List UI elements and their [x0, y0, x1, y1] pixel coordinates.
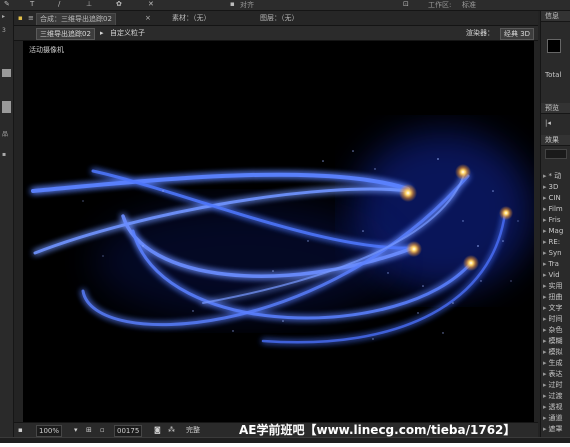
effect-category[interactable]: ▸ 扭曲: [541, 292, 570, 303]
effects-panel-header[interactable]: 效果: [541, 135, 570, 146]
star-flare: [399, 184, 417, 202]
effects-list: ▸ * 动 ▸ 3D ▸ CIN ▸ Film ▸ Fris ▸ Mag ▸ RE: ▸ Syn…: [541, 171, 570, 435]
workspace-label: 工作区:: [428, 1, 452, 9]
effect-category[interactable]: ▸ CIN: [541, 193, 570, 204]
renderer-select[interactable]: 经典 3D: [500, 28, 535, 40]
snapshot-icon[interactable]: ◙: [154, 425, 161, 435]
panel-menu-icon[interactable]: ≡: [28, 13, 34, 24]
first-frame-icon[interactable]: |◂: [545, 119, 551, 127]
effect-category[interactable]: ▸ 3D: [541, 182, 570, 193]
snap-icon[interactable]: ▪: [230, 1, 235, 8]
effect-category[interactable]: ▸ 文字: [541, 303, 570, 314]
glow-haze: [93, 201, 393, 321]
effect-category[interactable]: ▸ 模拟: [541, 347, 570, 358]
color-swatch: [547, 39, 561, 53]
scroll-thumb[interactable]: [2, 101, 11, 113]
effect-category[interactable]: ▸ * 动: [541, 171, 570, 182]
project-panel: ▸ 3 品 ▪: [0, 11, 14, 437]
effect-category[interactable]: ▸ 过时: [541, 380, 570, 391]
effect-category[interactable]: ▸ 实用: [541, 281, 570, 292]
brush-tool-icon[interactable]: /: [58, 1, 60, 8]
right-panel-column: 信息 Total 预览 |◂ 效果 ▸ * 动 ▸ 3D ▸ CIN ▸ Film ▸ F…: [540, 11, 570, 437]
grid-icon[interactable]: ⊞: [86, 425, 92, 435]
breadcrumb-arrow-icon: ▸: [100, 29, 104, 37]
effect-category[interactable]: ▸ 过渡: [541, 391, 570, 402]
info-panel-header[interactable]: 信息: [541, 11, 570, 22]
quality-select[interactable]: 完整: [186, 425, 200, 435]
preview-panel-header[interactable]: 预览: [541, 103, 570, 114]
toolbar: ✎ T / ⊥ ✿ ✕ ▪ 对齐 ⊡ 工作区: 标准: [0, 0, 570, 11]
align-label[interactable]: 对齐: [240, 1, 254, 9]
particle-render: [31, 131, 533, 344]
stamp-tool-icon[interactable]: ⊥: [86, 1, 92, 8]
close-tab-icon[interactable]: ×: [145, 13, 151, 24]
effect-category[interactable]: ▸ Mag: [541, 226, 570, 237]
chevron-down-icon[interactable]: ▾: [74, 425, 78, 435]
star-flare: [455, 164, 471, 180]
watermark-text: AE学前班吧【www.linecg.com/tieba/1762】: [239, 423, 516, 437]
effect-category[interactable]: ▸ Vid: [541, 270, 570, 281]
panel-tab-icon[interactable]: ▪: [2, 151, 11, 158]
composition-viewer[interactable]: 活动摄像机: [23, 41, 534, 422]
effect-category[interactable]: ▸ 模糊: [541, 336, 570, 347]
effect-category[interactable]: ▸ Film: [541, 204, 570, 215]
renderer-label: 渲染器：: [466, 29, 494, 37]
star-flare: [406, 241, 422, 257]
panel-tab-icon[interactable]: 3: [2, 27, 11, 34]
viewer-controls: ▪ 100% ▾ ⊞ ▫ 00175 ◙ ⁂ 完整 AE学前班吧【www.lin…: [14, 422, 538, 437]
workspace-icon[interactable]: ⊡: [403, 1, 409, 8]
viewer-tab-row: ▪ ≡ 合成：三维导出追踪02 × 素材：（无） 图层：（无）: [14, 11, 538, 26]
effect-category[interactable]: ▸ 遮罩: [541, 424, 570, 435]
timecode-field[interactable]: 00175: [114, 425, 143, 437]
zoom-select[interactable]: 100%: [36, 425, 63, 437]
mask-icon[interactable]: ▫: [100, 425, 105, 435]
effect-category[interactable]: ▸ 通道: [541, 413, 570, 424]
star-flare: [499, 206, 513, 220]
pen-tool-icon[interactable]: ✎: [4, 1, 10, 8]
color-channel-icon[interactable]: ⁂: [168, 425, 175, 435]
composition-nav-row: 三维导出追踪02 ▸ 自定义粒子 渲染器： 经典 3D: [14, 26, 538, 41]
star-flare: [463, 255, 479, 271]
text-tool-icon[interactable]: T: [30, 1, 34, 8]
timeline-tab-strip: [0, 437, 570, 443]
panel-grip-icon[interactable]: ▸: [2, 13, 11, 20]
active-camera-label: 活动摄像机: [29, 46, 64, 54]
always-preview-icon[interactable]: ▪: [18, 425, 23, 435]
effect-category[interactable]: ▸ 杂色: [541, 325, 570, 336]
tab-footage[interactable]: 素材：（无）: [172, 13, 211, 24]
particle-breadcrumb[interactable]: 自定义粒子: [110, 28, 145, 38]
effect-category[interactable]: ▸ 时间: [541, 314, 570, 325]
puppet-tool-icon[interactable]: ✕: [148, 1, 154, 8]
workspace-select[interactable]: 标准: [462, 1, 476, 9]
flowchart-icon[interactable]: 品: [2, 131, 11, 138]
effect-category[interactable]: ▸ Syn: [541, 248, 570, 259]
tab-layer[interactable]: 图层：（无）: [260, 13, 299, 24]
effect-category[interactable]: ▸ 透视: [541, 402, 570, 413]
scroll-thumb[interactable]: [2, 69, 11, 77]
roto-tool-icon[interactable]: ✿: [116, 1, 122, 8]
effect-category[interactable]: ▸ RE:: [541, 237, 570, 248]
lock-icon[interactable]: ▪: [18, 13, 23, 24]
tab-composition[interactable]: 合成：三维导出追踪02: [36, 13, 116, 25]
effect-category[interactable]: ▸ 生成: [541, 358, 570, 369]
effect-category[interactable]: ▸ 表达: [541, 369, 570, 380]
comp-breadcrumb[interactable]: 三维导出追踪02: [36, 28, 95, 40]
effects-search-input[interactable]: [545, 149, 567, 159]
total-label: Total: [545, 71, 562, 79]
effect-category[interactable]: ▸ Tra: [541, 259, 570, 270]
ae-window: ✎ T / ⊥ ✿ ✕ ▪ 对齐 ⊡ 工作区: 标准 ▸ 3 品 ▪ ▪ ≡ 合…: [0, 0, 570, 443]
effect-category[interactable]: ▸ Fris: [541, 215, 570, 226]
